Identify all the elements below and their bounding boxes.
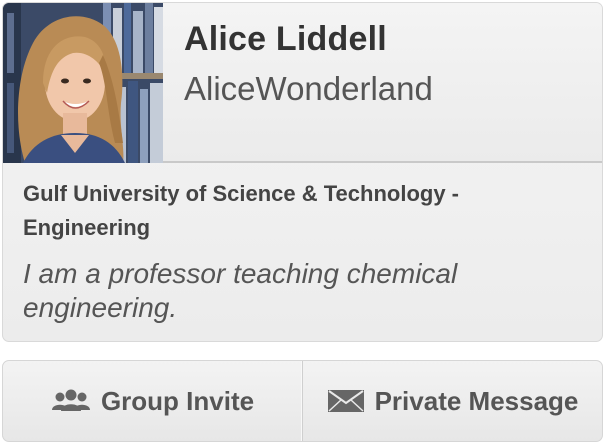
group-icon — [51, 388, 91, 414]
group-invite-button[interactable]: Group Invite — [3, 361, 303, 441]
profile-username: AliceWonderland — [184, 70, 433, 107]
action-bar: Group Invite Private Message — [2, 360, 603, 442]
profile-organization: Gulf University of Science & Technology … — [23, 181, 460, 240]
avatar[interactable] — [3, 3, 163, 163]
profile-name: Alice Liddell — [184, 20, 387, 58]
private-message-label: Private Message — [374, 385, 579, 416]
private-message-button[interactable]: Private Message — [303, 361, 602, 441]
envelope-icon — [327, 388, 365, 414]
profile-header: Alice Liddell AliceWonderland — [3, 3, 602, 163]
profile-popup: Alice Liddell AliceWonderland Gulf Unive… — [0, 0, 606, 446]
avatar-image — [3, 3, 163, 163]
profile-card: Alice Liddell AliceWonderland Gulf Unive… — [2, 2, 603, 342]
profile-bio: I am a professor teaching chemical engin… — [23, 258, 458, 323]
group-invite-label: Group Invite — [100, 385, 255, 416]
